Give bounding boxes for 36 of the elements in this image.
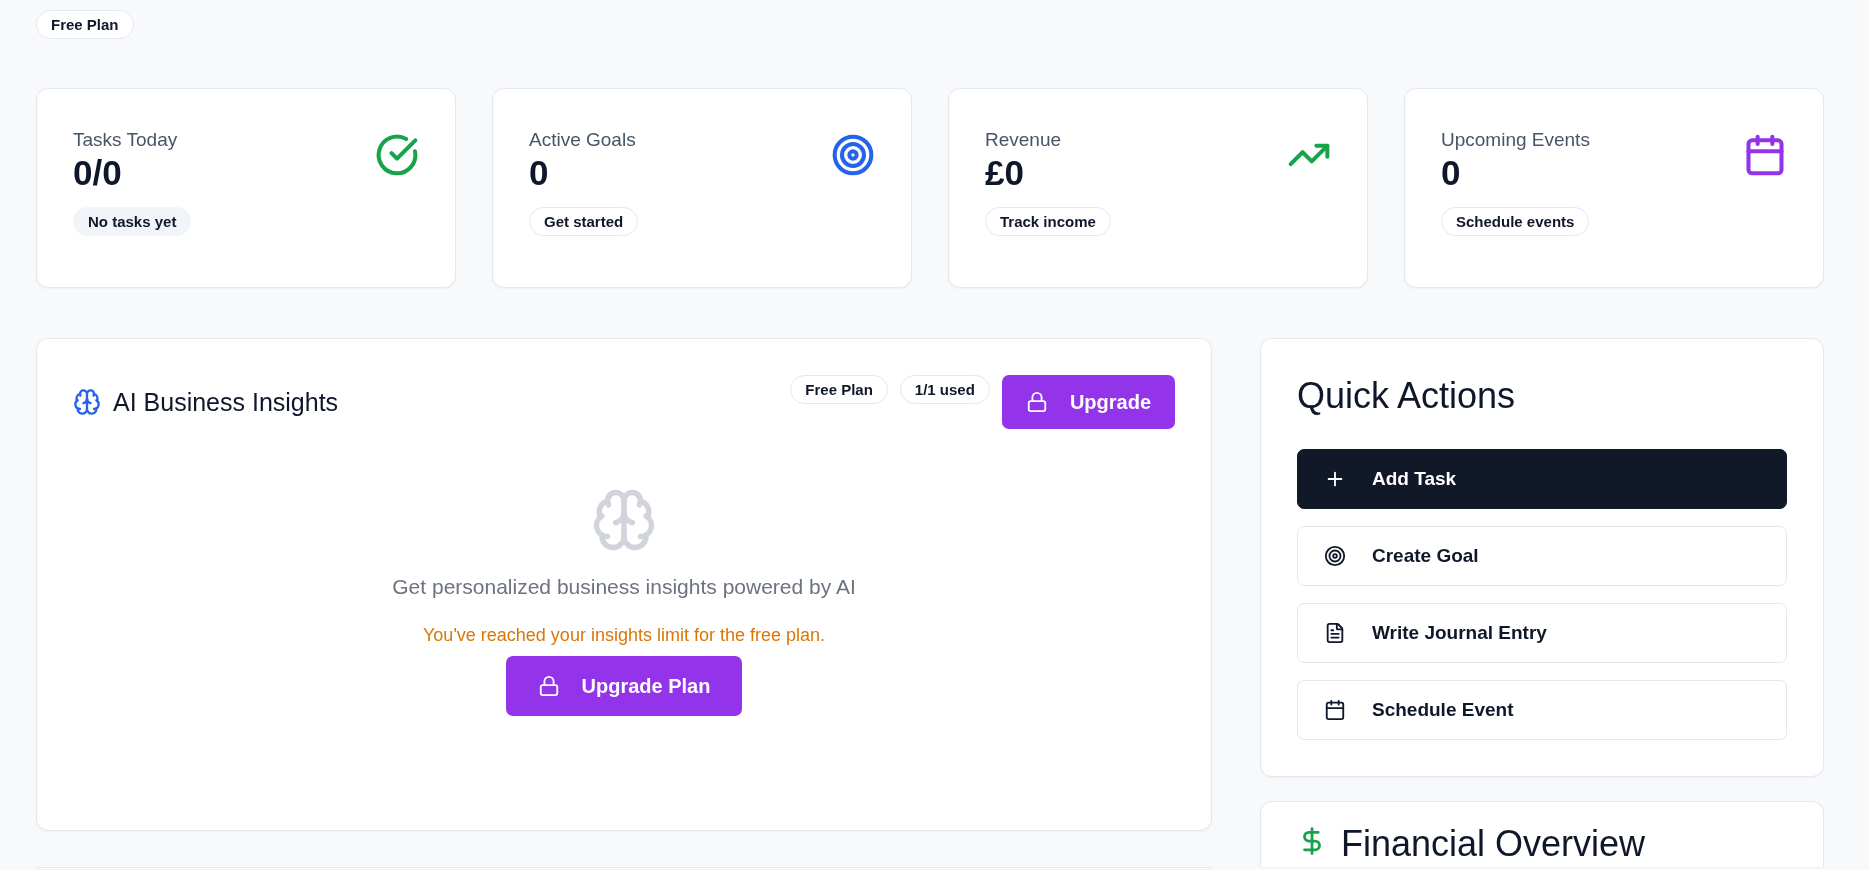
action-button[interactable]: Write Journal Entry xyxy=(1297,603,1787,663)
stat-value: 0/0 xyxy=(73,153,123,193)
stat-value: 0 xyxy=(529,153,550,193)
upgrade-button[interactable]: Upgrade xyxy=(1001,375,1175,429)
check-circle-icon xyxy=(375,133,419,177)
stat-title: Upcoming Events xyxy=(1441,129,1590,151)
financial-overview-title: Financial Overview xyxy=(1341,826,1646,862)
action-button[interactable]: Create Goal xyxy=(1297,526,1787,586)
lock-icon xyxy=(537,675,560,697)
action-button[interactable]: Add Task xyxy=(1297,449,1787,509)
stat-note: No tasks yet xyxy=(73,207,192,236)
stat-title: Revenue xyxy=(985,129,1063,151)
plan-badge: 1/1 used xyxy=(899,375,990,404)
limit-message: You've reached your insights limit for the free plan. xyxy=(423,625,825,646)
plan-badge: Free Plan xyxy=(790,375,888,404)
target-icon xyxy=(831,133,875,177)
upgrade-plan-button[interactable]: Upgrade Plan xyxy=(505,656,743,716)
quick-actions-title: Quick Actions xyxy=(1297,375,1517,417)
stat-title: Active Goals xyxy=(529,129,637,151)
lock-icon xyxy=(1025,391,1048,413)
document-icon xyxy=(1324,622,1346,644)
calendar-icon xyxy=(1743,133,1787,177)
stat-value: £0 xyxy=(985,153,1025,193)
action-button[interactable]: Schedule Event xyxy=(1297,680,1787,740)
plan-badge: Free Plan xyxy=(36,10,134,39)
calendar-icon xyxy=(1324,699,1346,721)
brain-icon xyxy=(591,487,657,553)
brain-icon xyxy=(73,388,101,416)
insights-title: AI Business Insights xyxy=(113,387,339,417)
stat-note: Track income xyxy=(985,207,1111,236)
stat-title: Tasks Today xyxy=(73,129,179,151)
stat-note: Schedule events xyxy=(1441,207,1590,236)
empty-message: Get personalized business insights powered by AI xyxy=(392,575,856,599)
stat-note: Get started xyxy=(529,207,639,236)
target-icon xyxy=(1324,545,1346,567)
stat-value: 0 xyxy=(1441,153,1462,193)
